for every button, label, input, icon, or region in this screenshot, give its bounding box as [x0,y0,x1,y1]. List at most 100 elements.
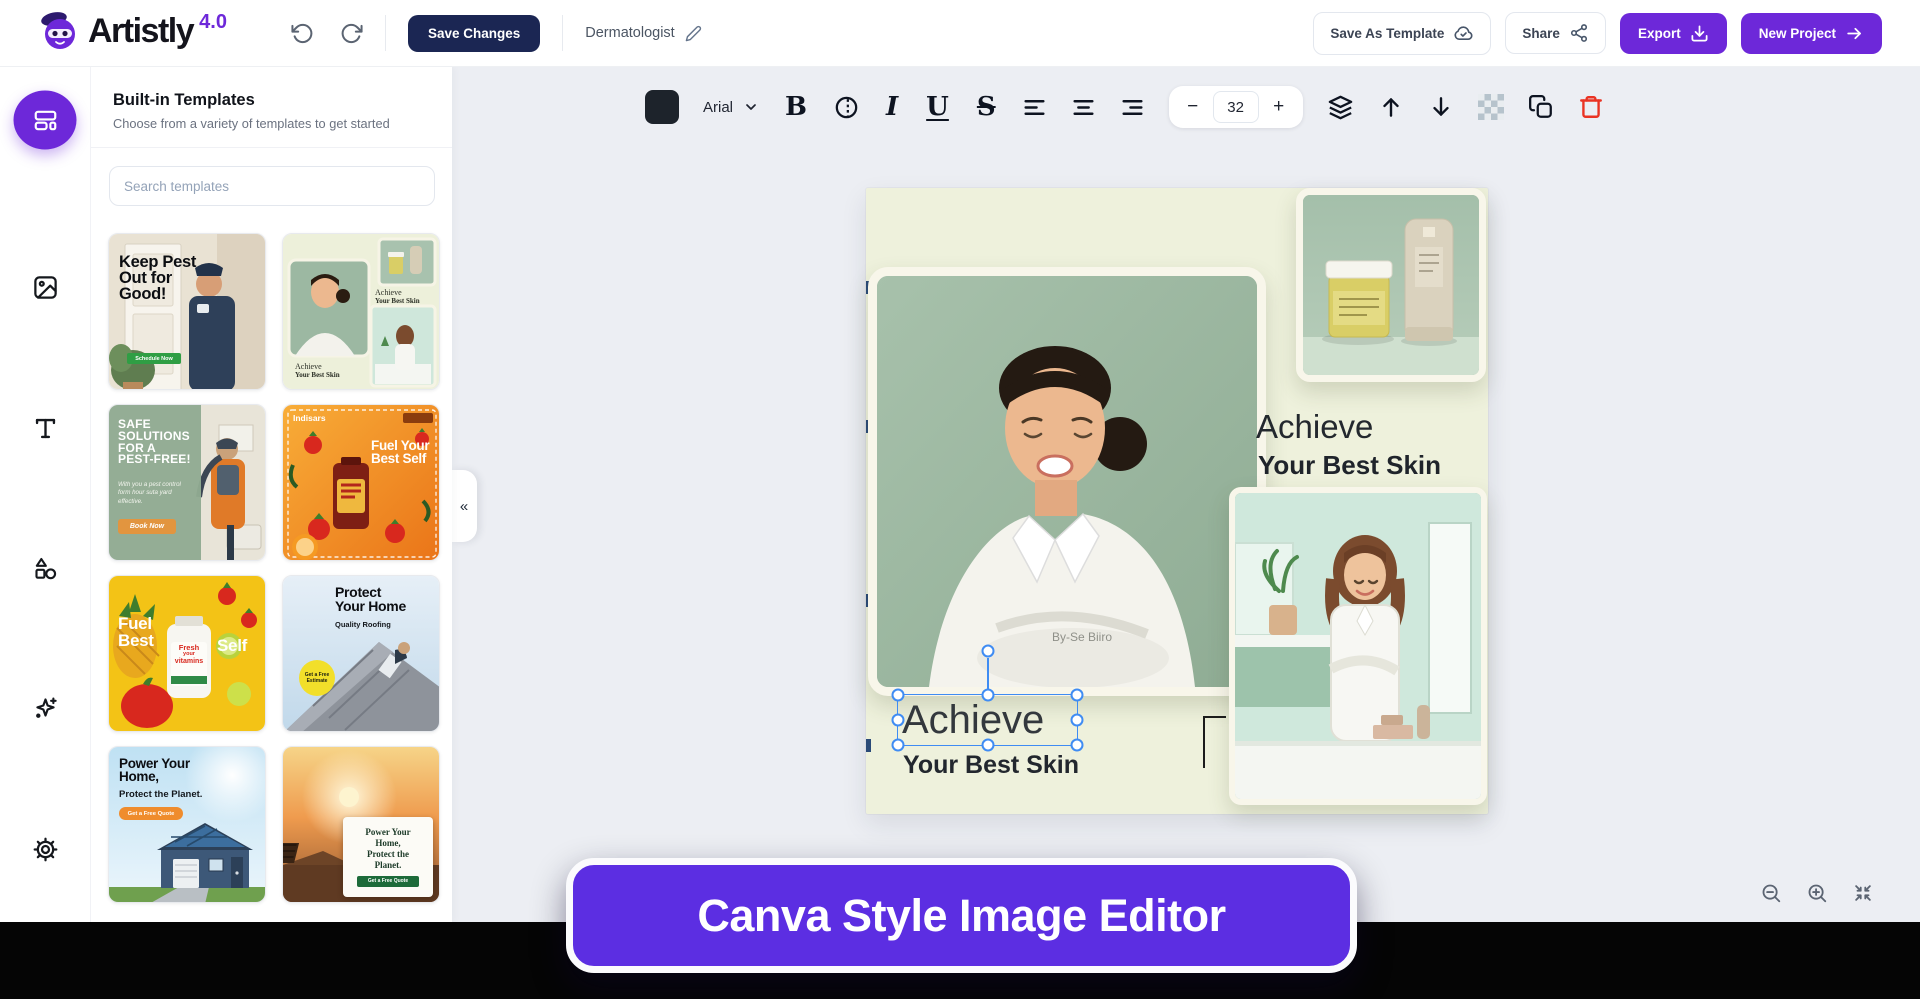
export-button[interactable]: Export [1620,13,1727,54]
selection-handle-sw[interactable] [892,739,905,752]
template-cta: Get a Free Quote [119,807,183,820]
fit-view-button[interactable] [1848,878,1878,908]
sidebar-item-templates[interactable] [14,91,77,150]
align-right-button[interactable] [1120,95,1145,120]
gear-icon [32,836,59,863]
template-card-fuel-yellow[interactable]: Fuel Best Self Fresh your vitamins [108,575,266,732]
selection-handle-n[interactable] [981,689,994,702]
project-name-group: Dermatologist [585,25,701,42]
editor-banner: Canva Style Image Editor [566,858,1357,973]
selection-handle-w[interactable] [892,714,905,727]
fill-color-swatch[interactable] [645,90,679,124]
project-name: Dermatologist [585,25,674,41]
template-card-pest-free[interactable]: SAFE SOLUTIONS FOR A PEST-FREE! With you… [108,404,266,561]
template-title: Power Your Home, Protect the Planet. [365,827,410,870]
align-left-button[interactable] [1022,95,1047,120]
canvas-right-headline[interactable]: Achieve [1256,408,1373,446]
zoom-in-button[interactable] [1802,878,1832,908]
template-title: Fuel Your Best Self [371,439,429,465]
rotation-handle[interactable] [981,645,994,658]
arrow-down-icon [1428,94,1454,120]
template-card-roofing[interactable]: Protect Your Home Quality Roofing Get a … [282,575,440,732]
chevron-down-icon [743,99,759,115]
template-title: Power Your Home, [119,757,190,783]
undo-button[interactable] [291,22,314,45]
share-icon [1569,23,1589,43]
template-card-solar-sunset[interactable]: Power Your Home, Protect the Planet. Get… [282,746,440,903]
divider [385,15,386,51]
clinic-photo-card[interactable] [1229,487,1487,805]
sparkles-icon [32,695,59,722]
font-size-input[interactable] [1213,91,1259,123]
selection-box[interactable]: Achieve [897,694,1078,746]
text-icon [32,415,59,442]
template-card-solar-day[interactable]: Power Your Home, Protect the Planet. Get… [108,746,266,903]
template-card-dermatologist[interactable]: Achieve Your Best Skin Achieve Your Best… [282,233,440,390]
arrow-right-icon [1845,24,1864,43]
selection-handle-s[interactable] [981,739,994,752]
template-card-pest-control[interactable]: Keep Pest Out for Good! Schedule Now [108,233,266,390]
product-photo-card[interactable] [1296,188,1486,382]
font-size-decrease-button[interactable]: − [1173,86,1213,128]
chevrons-left-icon: « [460,498,468,515]
new-project-button[interactable]: New Project [1741,13,1882,54]
template-footer-text: Achieve Your Best Skin [295,362,340,379]
selection-handle-se[interactable] [1071,739,1084,752]
selection-handle-ne[interactable] [1071,689,1084,702]
logo-version: 4.0 [199,11,227,34]
delete-button[interactable] [1578,94,1604,120]
panel-header: Built-in Templates Choose from a variety… [91,67,452,148]
selection-handle-nw[interactable] [892,689,905,702]
header: Artistly 4.0 Save Changes Dermatologist … [0,0,1920,67]
selection-handle-e[interactable] [1071,714,1084,727]
sidebar-item-shapes[interactable] [17,540,73,596]
letter-spacing-button[interactable] [833,94,860,121]
bold-button[interactable]: B [783,94,809,120]
share-button[interactable]: Share [1505,12,1606,54]
canvas-subheadline[interactable]: Your Best Skin [903,751,1079,780]
shapes-icon [32,555,59,582]
sidebar-item-effects[interactable] [17,680,73,736]
strikethrough-button[interactable]: S [975,94,998,120]
zoom-out-button[interactable] [1756,878,1786,908]
layers-button[interactable] [1327,94,1354,121]
template-subtitle: Protect the Planet. [119,789,202,800]
sidebar-item-settings[interactable] [17,821,73,877]
save-changes-button[interactable]: Save Changes [408,15,540,52]
history-controls [291,22,363,45]
edit-project-name-button[interactable] [685,25,702,42]
panel-title: Built-in Templates [113,91,430,110]
sidebar-item-images[interactable] [17,259,73,315]
undo-icon [291,22,314,45]
underline-button[interactable]: U [924,94,951,120]
template-title-left: Fuel Best [118,616,154,649]
panel-collapse-button[interactable]: « [451,470,477,542]
cloud-check-icon [1453,23,1474,44]
redo-button[interactable] [340,22,363,45]
template-card-fuel-orange[interactable]: Indisars Fuel Your Best Self [282,404,440,561]
font-size-increase-button[interactable]: + [1259,86,1299,128]
zoom-in-icon [1806,882,1828,904]
template-title-right: Self [217,638,247,655]
template-grid: Keep Pest Out for Good! Schedule Now [108,233,440,903]
logo[interactable]: Artistly 4.0 [38,9,227,58]
divider [562,15,563,51]
sidebar-item-text[interactable] [17,400,73,456]
duplicate-button[interactable] [1528,94,1554,120]
send-backward-button[interactable] [1428,94,1454,120]
canvas-right-subheadline[interactable]: Your Best Skin [1258,450,1441,481]
transparency-button[interactable] [1478,94,1504,120]
font-family-select[interactable]: Arial [703,99,759,116]
bring-forward-button[interactable] [1378,94,1404,120]
search-input[interactable] [109,166,435,206]
panel-subtitle: Choose from a variety of templates to ge… [113,116,430,131]
edge-mark [866,739,871,752]
canvas-artboard[interactable]: By-Se Biiro Achieve Your Best [866,188,1488,814]
template-card-inner: Power Your Home, Protect the Planet. Get… [343,817,433,897]
italic-button[interactable]: I [884,94,900,120]
align-center-button[interactable] [1071,95,1096,120]
save-as-template-button[interactable]: Save As Template [1313,12,1491,55]
template-title: SAFE SOLUTIONS FOR A PEST-FREE! [118,419,191,466]
template-badge: Get a Free Estimate [299,660,335,696]
canvas-headline[interactable]: Achieve [898,695,1077,745]
